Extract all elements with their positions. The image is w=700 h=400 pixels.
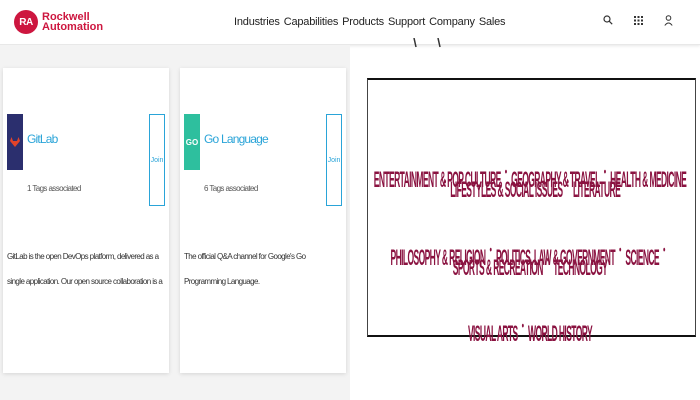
topics-box (367, 78, 696, 337)
topic-row: PHILOSOPHY & RELIGION • POLITICS, LAW & G… (370, 244, 690, 280)
grid-icon[interactable] (632, 14, 644, 26)
main-nav: Industries Capabilities Products Support… (234, 16, 506, 28)
card-description: The official Q&A channel for Google's Go… (184, 252, 306, 286)
topic-link[interactable]: VISUAL ARTS (468, 320, 518, 346)
top-header: RA Rockwell Automation Industries Capabi… (0, 0, 700, 45)
nav-support[interactable]: Support (388, 16, 425, 28)
topic-link[interactable]: SPORTS & RECREATION (453, 254, 544, 280)
nav-products[interactable]: Products (342, 16, 384, 28)
header-icons (602, 14, 674, 26)
join-button[interactable]: Join (149, 114, 165, 206)
topic-link[interactable]: LIFESTYLES & SOCIAL ISSUES (450, 176, 563, 202)
user-icon[interactable] (662, 14, 674, 26)
topic-row: ENTERTAINMENT & POP CULTURE • GEOGRAPHY &… (370, 166, 690, 202)
nav-sales[interactable]: Sales (479, 16, 506, 28)
card-title[interactable]: GitLab (27, 132, 58, 146)
join-button[interactable]: Join (326, 114, 342, 206)
logo-line2: Automation (42, 21, 104, 33)
topic-link[interactable]: TECHNOLOGY (553, 254, 608, 280)
logo-text: Rockwell Automation (42, 12, 104, 33)
nav-industries[interactable]: Industries (234, 16, 280, 28)
nav-company[interactable]: Company (429, 16, 475, 28)
separator: • (566, 176, 569, 190)
separator: • (443, 176, 447, 190)
topic-row: VISUAL ARTS • WORLD HISTORY (370, 320, 690, 346)
card-tags: 1 Tags associated (27, 184, 81, 193)
topic-link[interactable]: HEALTH & MEDICINE (610, 166, 687, 192)
separator: • (546, 254, 550, 268)
go-icon: GO (184, 114, 200, 170)
gitlab-icon (7, 114, 23, 170)
separator: • (662, 244, 666, 258)
separator: • (618, 244, 622, 258)
search-icon[interactable] (602, 14, 614, 26)
card-description: GitLab is the open DevOps platform, deli… (7, 252, 163, 286)
topic-link[interactable]: SCIENCE (625, 244, 659, 270)
community-card-go-language[interactable]: GO Go Language 6 Tags associated Join Th… (180, 68, 346, 373)
card-tags: 6 Tags associated (204, 184, 258, 193)
decorative-mark (413, 38, 441, 48)
topic-link[interactable]: WORLD HISTORY (528, 320, 593, 346)
community-card-gitlab[interactable]: GitLab 1 Tags associated Join GitLab is … (3, 68, 169, 373)
separator: • (521, 320, 525, 334)
nav-capabilities[interactable]: Capabilities (284, 16, 339, 28)
rockwell-logo[interactable]: RA Rockwell Automation (14, 8, 103, 36)
logo-mark: RA (14, 10, 38, 34)
card-title[interactable]: Go Language (204, 132, 269, 146)
topic-link[interactable]: LITERATURE (573, 176, 621, 202)
